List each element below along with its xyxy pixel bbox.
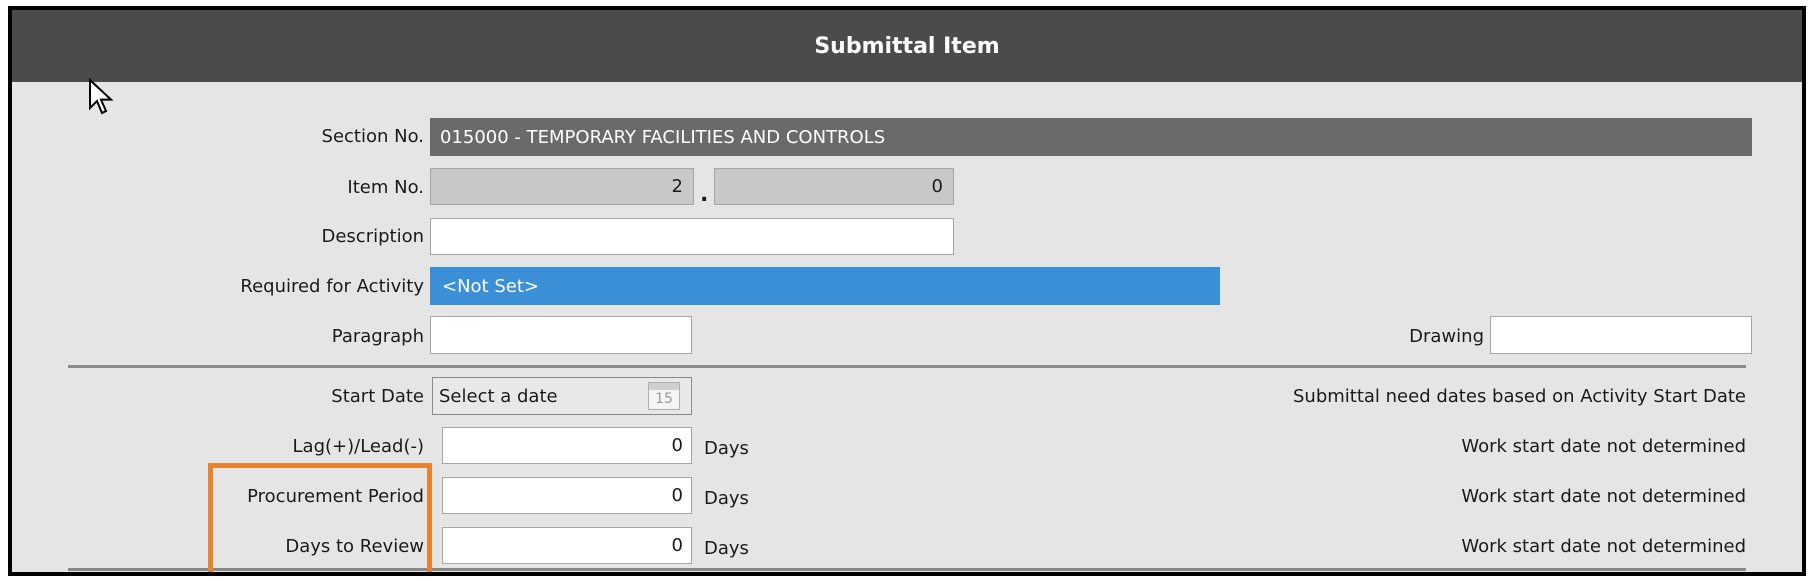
calendar-day: 15 [655,391,673,407]
lag-lead-field[interactable]: 0 [442,427,692,464]
procurement-period-note: Work start date not determined [1461,486,1746,507]
days-to-review-note: Work start date not determined [1461,536,1746,557]
item-number-field[interactable]: 2 [430,168,694,205]
mouse-pointer-icon [89,78,114,115]
section-field[interactable]: 015000 - TEMPORARY FACILITIES AND CONTRO… [430,118,1752,156]
start-date-placeholder: Select a date [439,385,558,407]
lag-lead-unit: Days [704,438,749,459]
drawing-field[interactable] [1490,316,1752,354]
lag-lead-note: Work start date not determined [1461,436,1746,457]
paragraph-field[interactable] [430,316,692,354]
start-date-note: Submittal need dates based on Activity S… [1292,386,1746,407]
highlight-box [208,463,432,572]
required-activity-label: Required for Activity [240,276,424,297]
lag-lead-label: Lag(+)/Lead(-) [292,436,424,457]
procurement-period-unit: Days [704,488,749,509]
drawing-label: Drawing [1409,326,1484,347]
paragraph-label: Paragraph [331,326,424,347]
window-title: Submittal Item [12,10,1802,82]
procurement-period-field[interactable]: 0 [442,477,692,514]
section-divider-top [68,365,1746,368]
submittal-item-window: Submittal Item Section No. 015000 - TEMP… [8,6,1806,576]
days-to-review-field[interactable]: 0 [442,527,692,564]
calendar-icon[interactable]: 15 [648,382,680,410]
section-label: Section No. [321,126,424,147]
start-date-label: Start Date [331,386,424,407]
required-activity-selector[interactable]: <Not Set> [430,267,1220,305]
description-field[interactable] [430,218,954,255]
item-number-label: Item No. [347,177,424,198]
description-label: Description [321,226,424,247]
days-to-review-unit: Days [704,538,749,559]
item-number-separator: . [700,182,709,207]
item-subnumber-field[interactable]: 0 [714,168,954,205]
